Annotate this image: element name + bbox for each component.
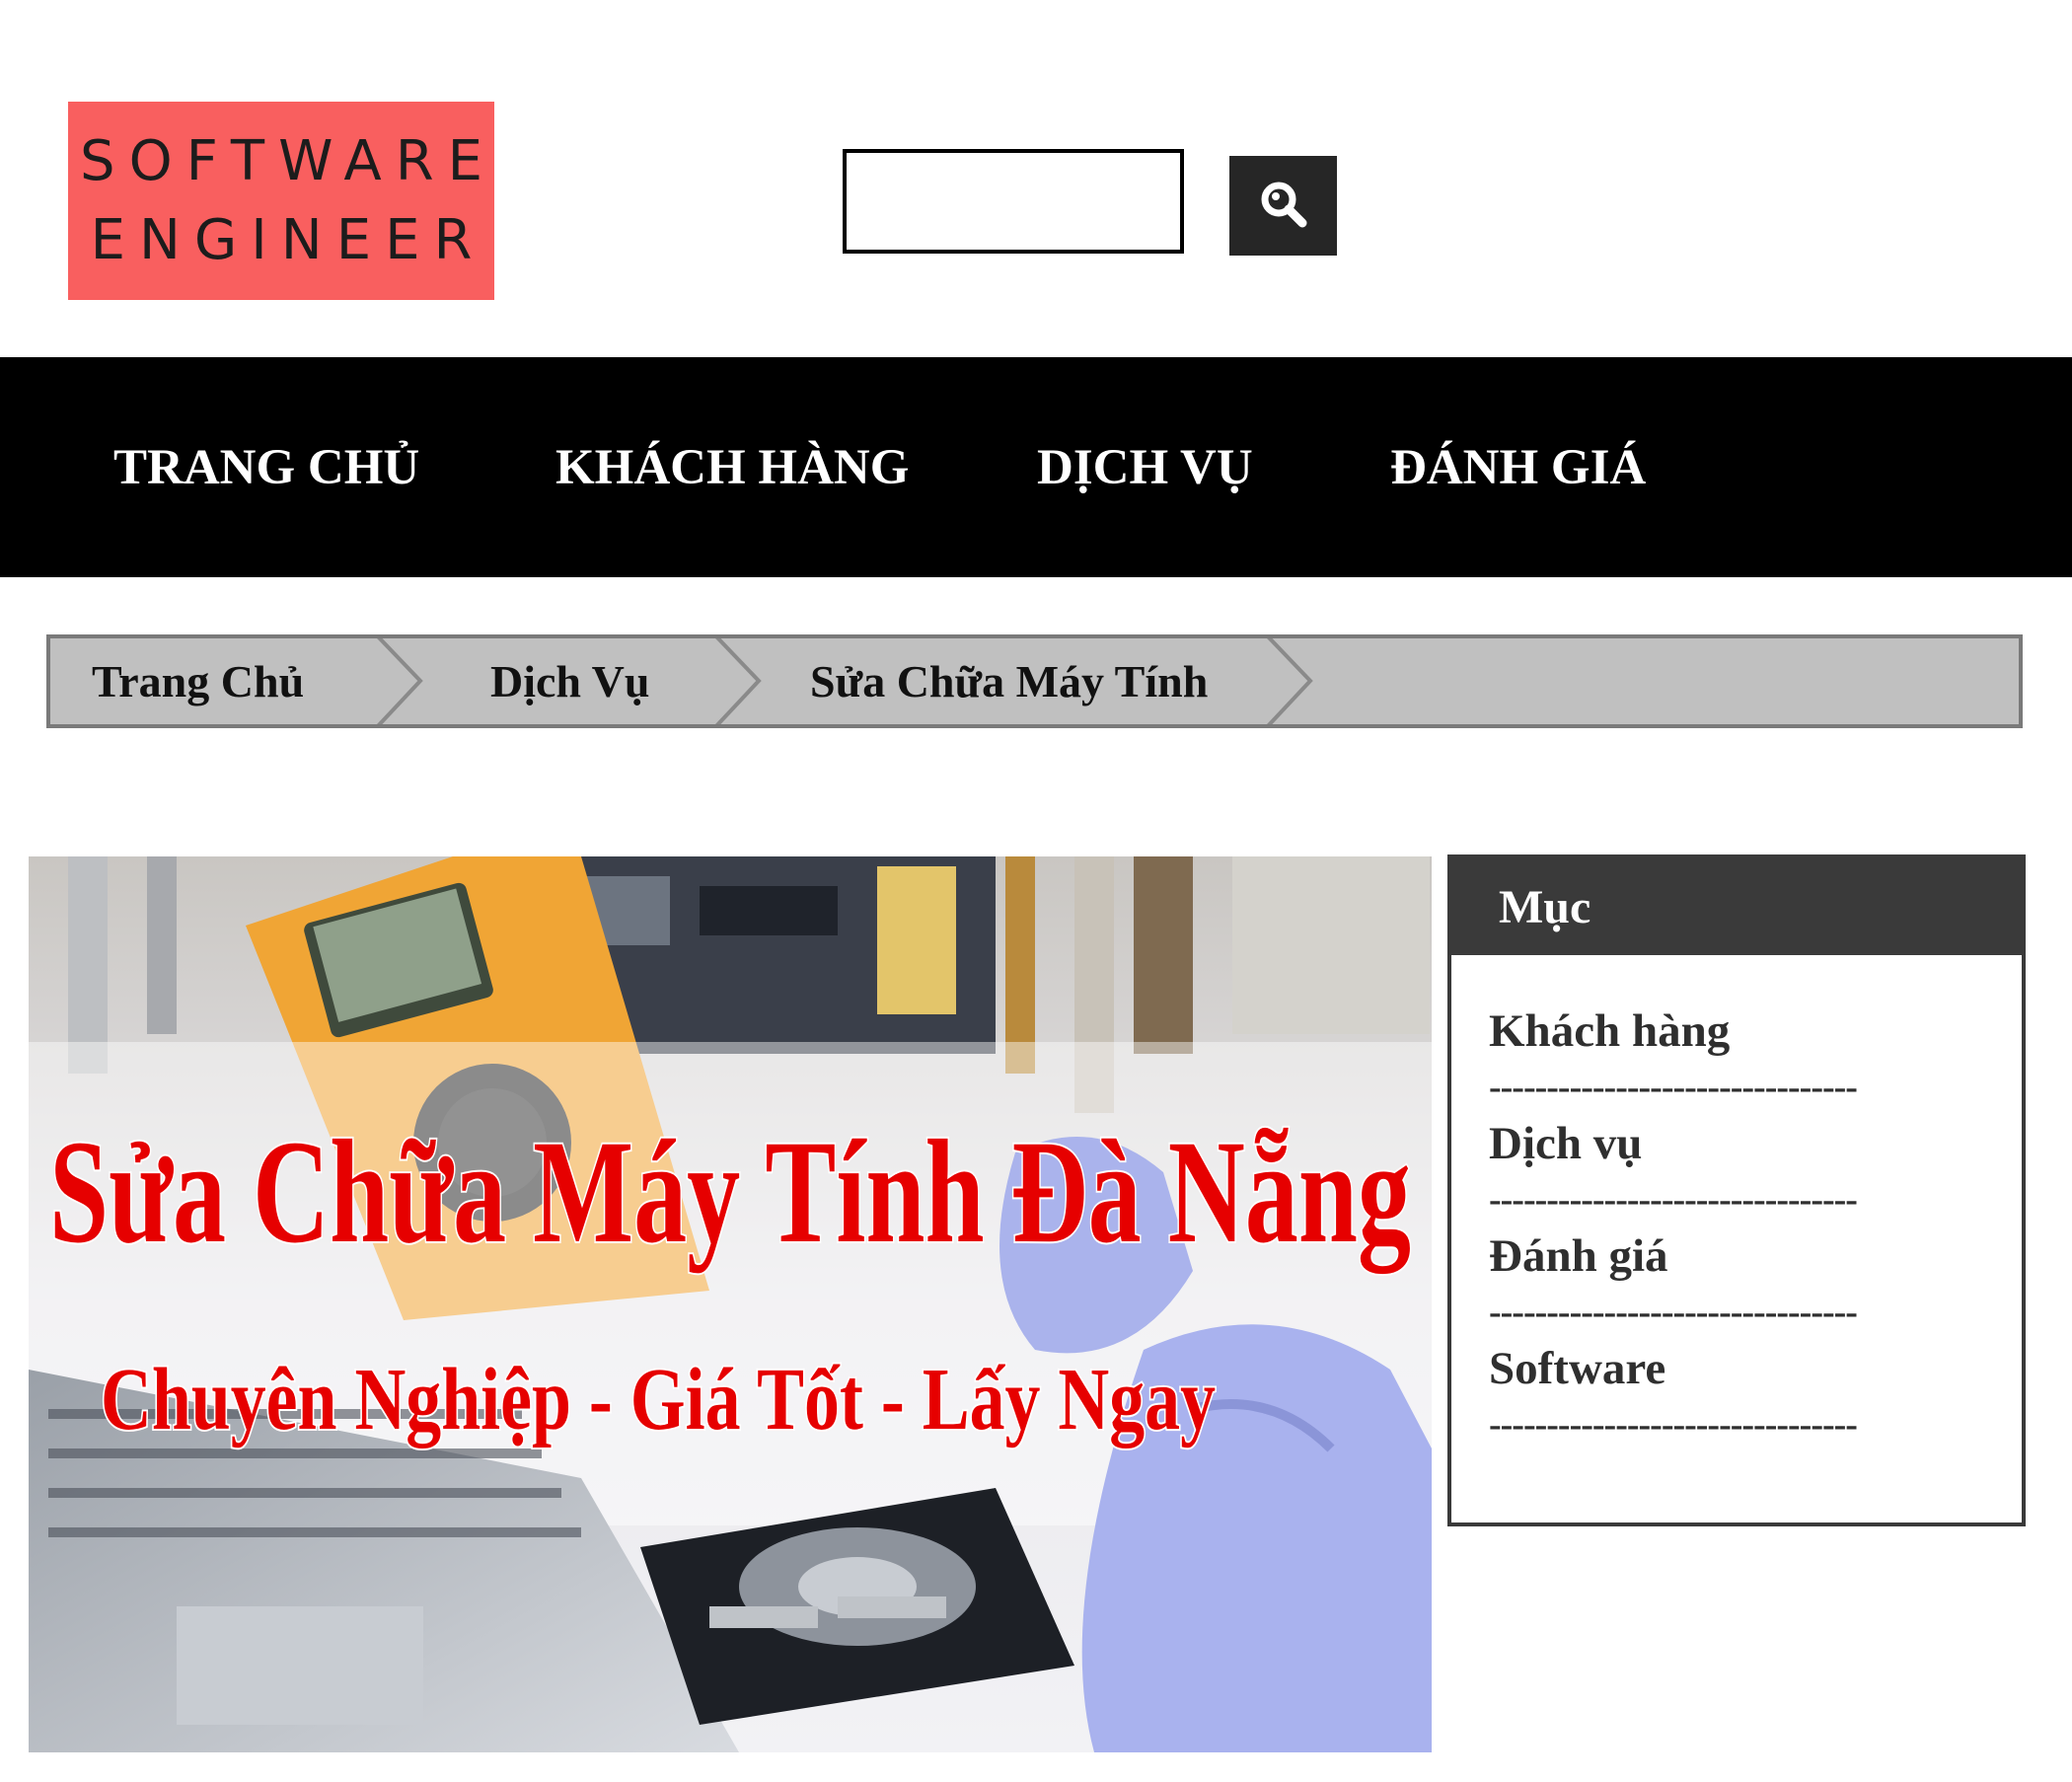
sidebar-item-khach-hang[interactable]: Khách hàng bbox=[1489, 1004, 1730, 1058]
search-input[interactable] bbox=[843, 149, 1184, 254]
sidebar-categories: Mục Khách hàng -------------------------… bbox=[1447, 854, 2026, 1526]
search-icon bbox=[1258, 179, 1309, 233]
sidebar-separator: -------------------------------- bbox=[1489, 1179, 1858, 1221]
banner-image: Sửa Chữa Máy Tính Đà Nẵng Chuyên Nghiệp … bbox=[29, 856, 1432, 1752]
sidebar-separator: -------------------------------- bbox=[1489, 1404, 1858, 1446]
sidebar-item-dich-vu[interactable]: Dịch vụ bbox=[1489, 1117, 1642, 1170]
site-logo[interactable]: SOFTWARE ENGINEER bbox=[68, 102, 494, 300]
sidebar-separator: -------------------------------- bbox=[1489, 1292, 1858, 1333]
sidebar-title: Mục bbox=[1451, 858, 2022, 955]
banner-subtitle: Chuyên Nghiệp - Giá Tốt - Lấy Ngay bbox=[101, 1351, 1216, 1448]
logo-line-2: ENGINEER bbox=[90, 207, 486, 272]
banner-title: Sửa Chữa Máy Tính Đà Nẵng bbox=[49, 1110, 1411, 1274]
breadcrumb-item-trang-chu[interactable]: Trang Chủ bbox=[92, 638, 304, 724]
nav-item-trang-chu[interactable]: TRANG CHỦ bbox=[113, 357, 419, 577]
logo-line-1: SOFTWARE bbox=[80, 128, 496, 193]
main-nav: TRANG CHỦ KHÁCH HÀNG DỊCH VỤ ĐÁNH GIÁ bbox=[0, 357, 2072, 577]
nav-item-danh-gia[interactable]: ĐÁNH GIÁ bbox=[1390, 357, 1646, 577]
nav-item-khach-hang[interactable]: KHÁCH HÀNG bbox=[555, 357, 909, 577]
sidebar-item-danh-gia[interactable]: Đánh giá bbox=[1489, 1229, 1668, 1283]
breadcrumb: Trang Chủ Dịch Vụ Sửa Chữa Máy Tính bbox=[46, 634, 2023, 728]
breadcrumb-chevron-icon bbox=[715, 638, 762, 724]
breadcrumb-chevron-icon bbox=[1267, 638, 1313, 724]
nav-item-dich-vu[interactable]: DỊCH VỤ bbox=[1037, 357, 1253, 577]
breadcrumb-chevron-icon bbox=[377, 638, 423, 724]
sidebar-item-software[interactable]: Software bbox=[1489, 1342, 1665, 1395]
breadcrumb-item-dich-vu[interactable]: Dịch Vụ bbox=[490, 638, 649, 724]
sidebar-separator: -------------------------------- bbox=[1489, 1067, 1858, 1108]
breadcrumb-item-sua-chua-may-tinh[interactable]: Sửa Chữa Máy Tính bbox=[810, 638, 1208, 724]
search-button[interactable] bbox=[1229, 156, 1337, 256]
